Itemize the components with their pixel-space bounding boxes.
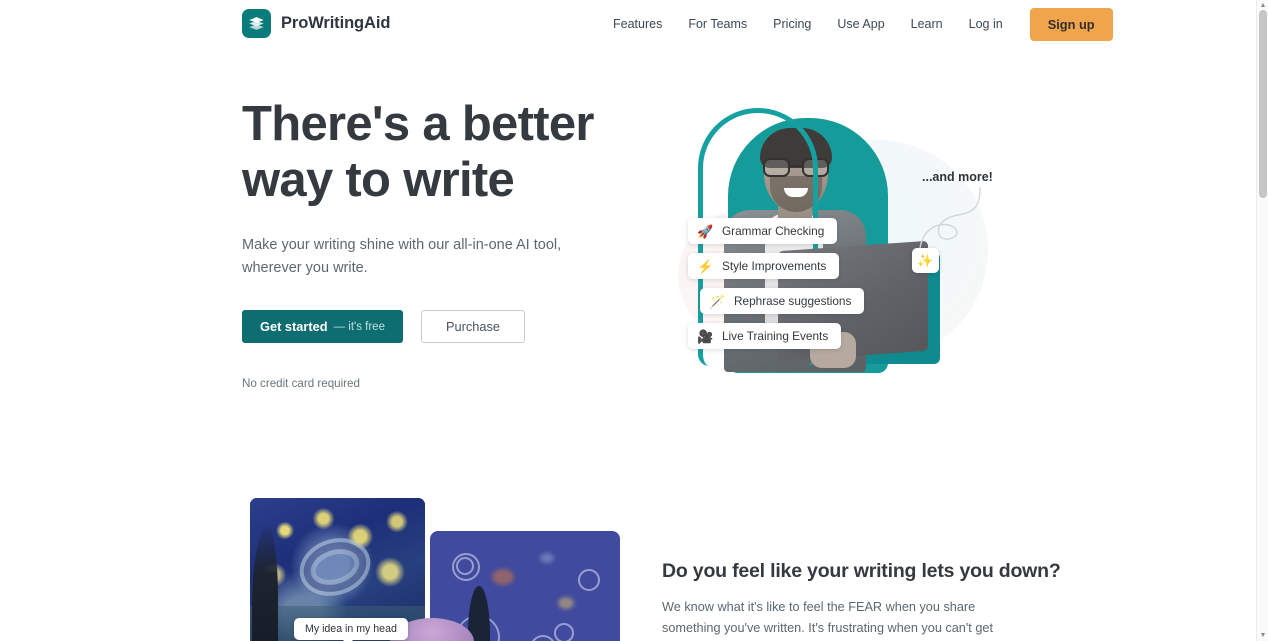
flat-blot	[540, 553, 554, 563]
nav-link-for-teams[interactable]: For Teams	[675, 11, 760, 37]
nav-link-learn[interactable]: Learn	[898, 11, 956, 37]
nav-link-use-app[interactable]: Use App	[824, 11, 897, 37]
primary-nav: Features For Teams Pricing Use App Learn…	[600, 0, 1113, 48]
lightning-icon: ⚡	[697, 258, 714, 274]
flat-swirl	[554, 623, 574, 641]
site-header: ProWritingAid Features For Teams Pricing…	[0, 0, 1256, 48]
nav-link-features[interactable]: Features	[600, 11, 675, 37]
get-started-button[interactable]: Get started — it's free	[242, 310, 403, 343]
chip-live-training-events[interactable]: 🎥 Live Training Events	[688, 323, 842, 349]
flat-swirl	[530, 635, 556, 641]
sparkles-icon[interactable]: ✨	[912, 248, 939, 273]
and-more-callout: ...and more!	[922, 170, 993, 184]
hero-actions: Get started — it's free Purchase	[242, 310, 642, 343]
sign-up-button[interactable]: Sign up	[1029, 7, 1113, 41]
flat-swirl	[578, 569, 600, 591]
chip-label: Grammar Checking	[722, 224, 825, 238]
flat-blot	[492, 569, 514, 585]
idea-caption-bubble: My idea in my head	[294, 618, 408, 641]
brand-logo[interactable]: ProWritingAid	[242, 9, 390, 38]
hero-illustration: 🚀 Grammar Checking ⚡ Style Improvements …	[660, 100, 1020, 390]
nav-link-pricing[interactable]: Pricing	[760, 11, 824, 37]
no-credit-card-note: No credit card required	[242, 377, 360, 390]
section-heading: Do you feel like your writing lets you d…	[662, 560, 1061, 582]
rocket-icon: 🚀	[697, 223, 714, 239]
magic-wand-icon: 🪄	[709, 293, 726, 309]
hero-copy: There's a better way to write Make your …	[242, 96, 642, 390]
writing-comparison-illustration: My idea in my head	[242, 490, 642, 641]
feature-chip-list: 🚀 Grammar Checking ⚡ Style Improvements …	[688, 218, 865, 349]
scrollbar-thumb[interactable]	[1259, 10, 1267, 198]
flat-swirl	[456, 557, 474, 575]
brand-name: ProWritingAid	[281, 14, 391, 32]
chip-style-improvements[interactable]: ⚡ Style Improvements	[688, 253, 840, 279]
get-started-sublabel: — it's free	[333, 320, 385, 333]
stacked-pages-logo-icon	[242, 9, 271, 38]
vertical-scrollbar[interactable]: ▲ ▼	[1256, 0, 1268, 641]
video-camera-icon: 🎥	[697, 328, 714, 344]
chip-label: Rephrase suggestions	[734, 294, 852, 308]
get-started-label: Get started	[260, 319, 328, 334]
lower-section-copy: Do you feel like your writing lets you d…	[662, 560, 1061, 641]
flat-blot	[558, 597, 574, 609]
scroll-down-arrow-icon[interactable]: ▼	[1257, 630, 1268, 641]
purchase-button[interactable]: Purchase	[420, 310, 526, 343]
page-title: There's a better way to write	[242, 97, 594, 207]
nav-link-log-in[interactable]: Log in	[956, 11, 1016, 37]
chip-label: Live Training Events	[722, 329, 829, 343]
chip-grammar-checking[interactable]: 🚀 Grammar Checking	[688, 218, 838, 244]
hero-subtitle: Make your writing shine with our all-in-…	[242, 237, 562, 276]
section-body-text: We know what it's like to feel the FEAR …	[662, 600, 993, 635]
page-root: ProWritingAid Features For Teams Pricing…	[0, 0, 1268, 641]
chip-rephrase-suggestions[interactable]: 🪄 Rephrase suggestions	[700, 288, 865, 314]
chip-label: Style Improvements	[722, 259, 827, 273]
